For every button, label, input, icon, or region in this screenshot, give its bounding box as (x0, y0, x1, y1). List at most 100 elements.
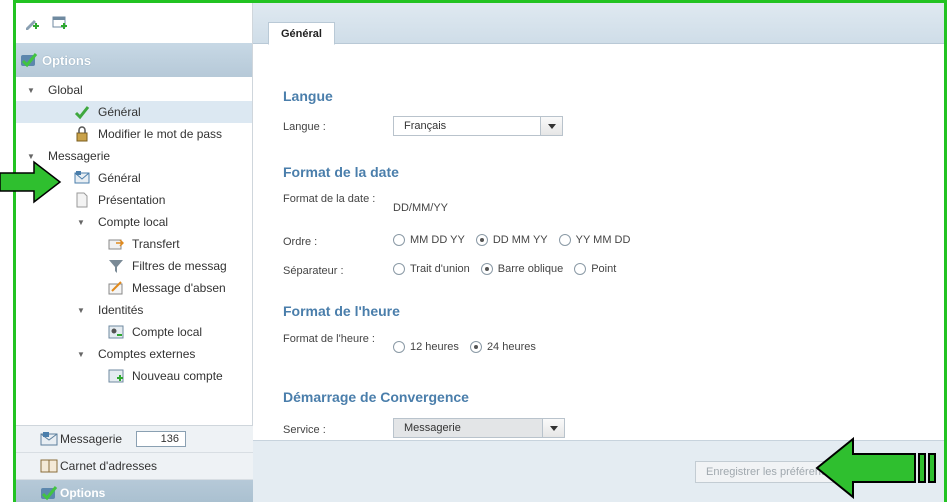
tree-node-label: Comptes externes (98, 347, 196, 361)
radio-option[interactable]: Barre oblique (480, 263, 564, 275)
chevron-down-icon (542, 419, 564, 437)
tree-node-label: Global (48, 83, 83, 97)
nav-messagerie[interactable]: Messagerie 136 (16, 426, 253, 453)
expand-toggle-icon[interactable]: ▼ (76, 350, 86, 359)
tree-node-label: Modifier le mot de pass (98, 127, 223, 141)
sidebar: Options ▼ Global Général Modifier le mot de… (16, 3, 253, 502)
checkmark-icon (20, 52, 38, 68)
tree-node-label: Général (98, 105, 141, 119)
sidebar-options-header[interactable]: Options (16, 43, 252, 77)
radio-button-icon[interactable] (393, 234, 405, 246)
unread-count-badge: 136 (136, 431, 187, 447)
expand-toggle-icon[interactable]: ▼ (26, 86, 36, 95)
section-title-demarrage: Démarrage de Convergence (283, 389, 469, 405)
identity-card-icon (108, 324, 124, 340)
radio-option-label: Point (591, 263, 617, 275)
separator-radio-group: Trait d'union Barre oblique Point (393, 263, 627, 275)
langue-label: Langue : (283, 121, 326, 133)
radio-option-label: MM DD YY (410, 234, 465, 246)
langue-select-value: Français (404, 120, 447, 132)
order-label: Ordre : (283, 236, 318, 248)
service-label: Service : (283, 424, 326, 436)
save-preferences-button[interactable]: Enregistrer les préférences (695, 461, 835, 483)
radio-option[interactable]: MM DD YY (393, 234, 465, 246)
nav-carnet-label: Carnet d'adresses (60, 459, 158, 473)
separator-label: Séparateur : (283, 265, 344, 277)
expand-toggle-icon[interactable]: ▼ (76, 218, 86, 227)
mail-icon (40, 431, 58, 447)
radio-option-label: Barre oblique (497, 263, 564, 275)
mail-gear-icon (74, 170, 90, 186)
radio-option[interactable]: 24 heures (469, 341, 536, 353)
radio-option[interactable]: 12 heures (393, 341, 459, 353)
tree-node[interactable]: Modifier le mot de pass (16, 123, 252, 145)
chevron-down-icon (540, 117, 562, 135)
order-radio-group: MM DD YY DD MM YY YY MM DD (393, 234, 641, 246)
date-format-label: Format de la date : (283, 193, 376, 205)
tree-node-label: Message d'absen (132, 281, 226, 295)
tree-node-label: Général (98, 171, 141, 185)
langue-select[interactable]: Français (393, 116, 563, 136)
tree-node-label: Compte local (132, 325, 203, 339)
tree-node[interactable]: ▼ Global (16, 79, 252, 101)
radio-option[interactable]: YY MM DD (558, 234, 631, 246)
forward-mail-icon (108, 236, 125, 252)
tree-node[interactable]: Transfert (16, 233, 252, 255)
section-title-heure: Format de l'heure (283, 303, 400, 319)
app-frame: Options ▼ Global Général Modifier le mot de… (13, 0, 947, 502)
radio-button-icon[interactable] (393, 263, 405, 275)
radio-button-icon[interactable] (469, 341, 482, 353)
lock-icon (74, 126, 90, 142)
radio-button-icon[interactable] (393, 341, 405, 353)
nav-options-label: Options (60, 486, 106, 500)
tree-node-label: Identités (98, 303, 144, 317)
radio-option[interactable]: Point (574, 263, 616, 275)
tree-node[interactable]: ▼ Compte local (16, 211, 252, 233)
checkmark-icon (40, 485, 58, 501)
tree-node[interactable]: Général (16, 101, 252, 123)
radio-option-label: DD MM YY (492, 234, 548, 246)
tree-node[interactable]: ▼ Identités (16, 299, 252, 321)
tree-node[interactable]: ▼ Comptes externes (16, 343, 252, 365)
tree-node[interactable]: Nouveau compte (16, 365, 252, 387)
tree-node-label: Filtres de messag (132, 259, 227, 273)
radio-option-label: 24 heures (486, 341, 536, 353)
radio-option-label: Trait d'union (410, 263, 470, 275)
nav-options[interactable]: Options (16, 480, 253, 502)
tree-node-label: Présentation (98, 193, 166, 207)
green-pointer-arrow-right (815, 437, 936, 499)
nav-messagerie-label: Messagerie (60, 432, 123, 446)
expand-toggle-icon[interactable]: ▼ (76, 306, 86, 315)
radio-option[interactable]: Trait d'union (393, 263, 470, 275)
radio-button-icon[interactable] (558, 234, 571, 246)
edit-add-icon[interactable] (24, 15, 40, 31)
service-select-value: Messagerie (404, 422, 461, 434)
section-title-langue: Langue (283, 88, 333, 104)
sidebar-header-label: Options (42, 52, 92, 68)
tree-node[interactable]: Compte local (16, 321, 252, 343)
new-window-icon[interactable] (52, 15, 68, 31)
service-select[interactable]: Messagerie (393, 418, 565, 438)
tab-general[interactable]: Général (268, 22, 335, 45)
tab-bar: Général (253, 3, 944, 45)
tree-node[interactable]: Message d'absen (16, 277, 252, 299)
tree-node-label: Compte local (98, 215, 169, 229)
tree-node-label: Nouveau compte (132, 369, 223, 383)
tree-node[interactable]: Filtres de messag (16, 255, 252, 277)
radio-option-label: 12 heures (410, 341, 459, 353)
radio-option[interactable]: DD MM YY (475, 234, 548, 246)
nav-carnet-adresses[interactable]: Carnet d'adresses (16, 453, 253, 480)
green-pointer-arrow-left (0, 160, 62, 204)
radio-button-icon[interactable] (574, 263, 587, 275)
radio-button-icon[interactable] (475, 234, 488, 246)
filter-icon (108, 258, 124, 274)
radio-option-label: YY MM DD (575, 234, 631, 246)
checkmark-icon (74, 104, 90, 120)
section-title-date: Format de la date (283, 164, 399, 180)
date-format-value: DD/MM/YY (393, 202, 448, 214)
away-message-icon (108, 280, 124, 296)
sidebar-bottom-nav: Messagerie 136 Carnet d'adresses Options (16, 425, 253, 502)
main-panel: Général Langue Langue : Français Format … (253, 3, 944, 502)
address-book-icon (40, 458, 58, 474)
radio-button-icon[interactable] (480, 263, 493, 275)
